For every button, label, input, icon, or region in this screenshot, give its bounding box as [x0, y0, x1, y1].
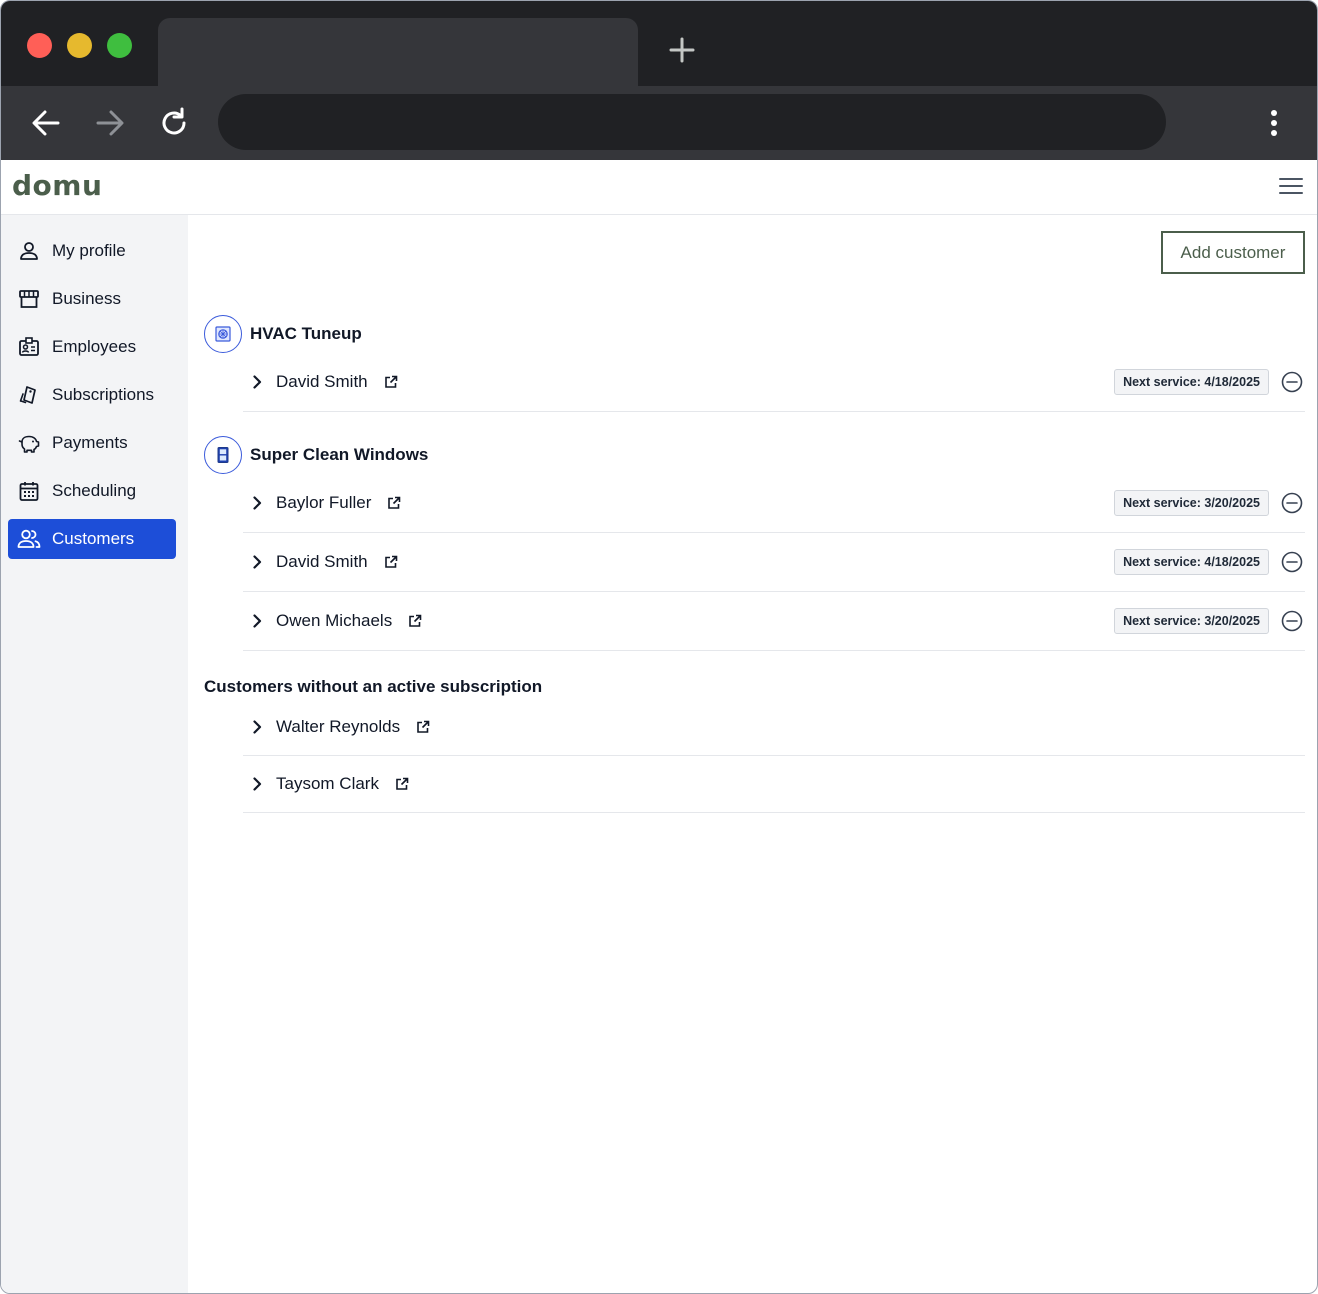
sidebar-item-business[interactable]: Business [8, 279, 176, 319]
address-bar[interactable] [218, 94, 1166, 150]
browser-tab-bar [1, 1, 1317, 86]
forward-button[interactable] [91, 104, 129, 142]
close-window-button[interactable] [27, 33, 52, 58]
customer-row[interactable]: Owen Michaels Next service: 3/20/2025 [243, 592, 1305, 651]
external-link-icon[interactable] [408, 614, 422, 628]
browser-menu-button[interactable] [1259, 104, 1289, 142]
customer-name[interactable]: Taysom Clark [276, 774, 379, 794]
sidebar-item-label: Subscriptions [52, 385, 155, 404]
sidebar-item-employees[interactable]: Employees [8, 327, 176, 367]
customer-row[interactable]: Walter Reynolds [243, 699, 1305, 756]
more-vertical-icon [1271, 110, 1277, 136]
users-icon [17, 527, 41, 551]
sidebar-item-label: My profile [52, 241, 126, 260]
chevron-right-icon[interactable] [249, 554, 265, 570]
group-title-super-clean-windows: Super Clean Windows [250, 445, 429, 464]
maximize-window-button[interactable] [107, 33, 132, 58]
back-button[interactable] [27, 104, 65, 142]
customer-name-wrapper: Taysom Clark [276, 774, 409, 794]
chevron-right-icon[interactable] [249, 495, 265, 511]
sidebar-item-subscriptions[interactable]: Subscriptions [8, 375, 176, 415]
main-content: Add customer HVAC Tuneup David Smith Nex… [188, 215, 1317, 1293]
external-link-icon[interactable] [387, 496, 401, 510]
window-icon [204, 436, 242, 474]
customer-name[interactable]: David Smith [276, 372, 368, 392]
domu-logo[interactable]: domu [12, 169, 102, 202]
external-link-icon[interactable] [395, 777, 409, 791]
sidebar-item-customers[interactable]: Customers [8, 519, 176, 559]
customer-row[interactable]: David Smith Next service: 4/18/2025 [243, 353, 1305, 412]
hamburger-icon [1279, 178, 1303, 194]
customer-name-wrapper: Walter Reynolds [276, 717, 430, 737]
browser-window: domu My profile Business Employees Subsc… [0, 0, 1318, 1294]
customer-row[interactable]: Baylor Fuller Next service: 3/20/2025 [243, 474, 1305, 533]
sidebar-item-label: Scheduling [52, 481, 137, 500]
browser-tab[interactable] [158, 18, 638, 86]
external-link-icon[interactable] [416, 720, 430, 734]
next-service-badge: Next service: 4/18/2025 [1114, 369, 1269, 395]
chevron-right-icon[interactable] [249, 374, 265, 390]
remove-circle-icon[interactable] [1281, 492, 1303, 514]
arrow-right-icon [96, 110, 124, 136]
customer-name[interactable]: Owen Michaels [276, 611, 392, 631]
sidebar-item-label: Payments [52, 433, 128, 452]
reload-icon [162, 107, 186, 135]
customer-name-wrapper: David Smith [276, 552, 398, 572]
sidebar-item-scheduling[interactable]: Scheduling [8, 471, 176, 511]
new-tab-button[interactable] [665, 33, 699, 67]
reload-button[interactable] [155, 104, 193, 142]
next-service-badge: Next service: 4/18/2025 [1114, 549, 1269, 575]
customer-name[interactable]: David Smith [276, 552, 368, 572]
customer-row[interactable]: Taysom Clark [243, 756, 1305, 813]
next-service-badge: Next service: 3/20/2025 [1114, 608, 1269, 634]
remove-circle-icon[interactable] [1281, 551, 1303, 573]
next-service-badge: Next service: 3/20/2025 [1114, 490, 1269, 516]
sidebar-item-label: Business [52, 289, 121, 308]
calendar-icon [17, 479, 41, 503]
customer-name-wrapper: Baylor Fuller [276, 493, 401, 513]
customer-name-wrapper: Owen Michaels [276, 611, 422, 631]
app-header: domu [1, 160, 1317, 215]
sidebar-item-label: Employees [52, 337, 137, 356]
sidebar-item-my-profile[interactable]: My profile [8, 231, 176, 271]
sidebar-item-label: Customers [52, 529, 135, 548]
group-title-hvac-tuneup: HVAC Tuneup [250, 324, 362, 343]
sidebar: My profile Business Employees Subscripti… [1, 215, 188, 1293]
remove-circle-icon[interactable] [1281, 371, 1303, 393]
tags-icon [17, 383, 41, 407]
browser-toolbar [1, 86, 1317, 160]
customer-name-wrapper: David Smith [276, 372, 398, 392]
storefront-icon [17, 287, 41, 311]
menu-button[interactable] [1277, 174, 1305, 198]
customer-name[interactable]: Baylor Fuller [276, 493, 371, 513]
sidebar-item-payments[interactable]: Payments [8, 423, 176, 463]
chevron-right-icon[interactable] [249, 719, 265, 735]
customer-name[interactable]: Walter Reynolds [276, 717, 400, 737]
external-link-icon[interactable] [384, 375, 398, 389]
chevron-right-icon[interactable] [249, 613, 265, 629]
add-customer-button[interactable]: Add customer [1161, 231, 1305, 274]
section-title-inactive-customers: Customers without an active subscription [204, 677, 543, 696]
remove-circle-icon[interactable] [1281, 610, 1303, 632]
plus-icon [669, 37, 695, 63]
external-link-icon[interactable] [384, 555, 398, 569]
hvac-unit-icon [204, 315, 242, 353]
minimize-window-button[interactable] [67, 33, 92, 58]
chevron-right-icon[interactable] [249, 776, 265, 792]
customer-row[interactable]: David Smith Next service: 4/18/2025 [243, 533, 1305, 592]
piggy-bank-icon [17, 431, 41, 455]
user-icon [17, 239, 41, 263]
id-badge-icon [17, 335, 41, 359]
arrow-left-icon [32, 110, 60, 136]
